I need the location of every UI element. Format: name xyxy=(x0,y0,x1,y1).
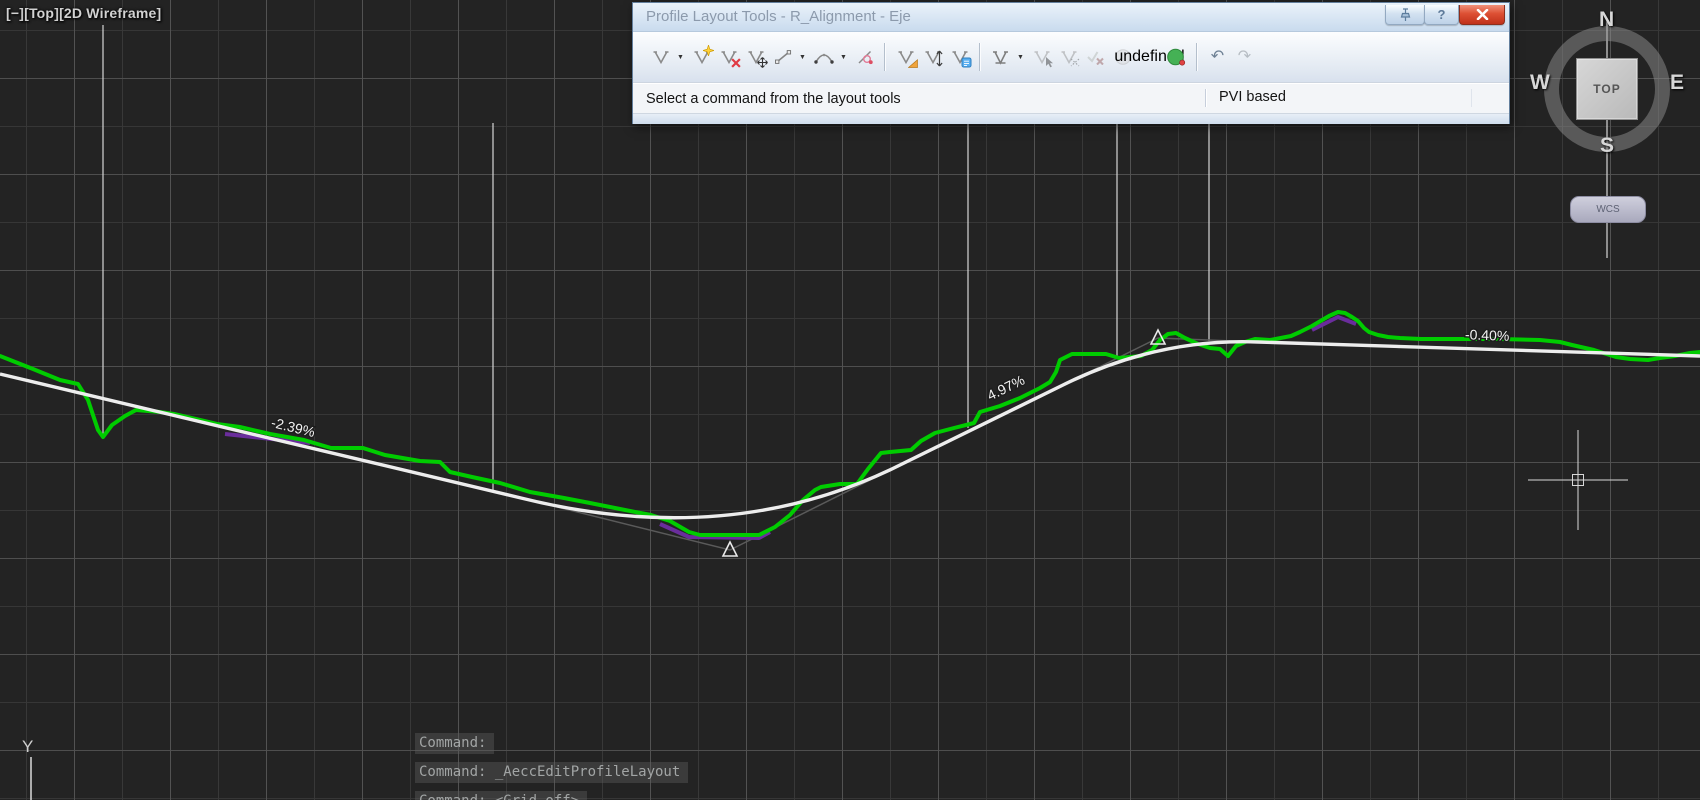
close-icon xyxy=(1476,9,1488,20)
delete-entity-icon xyxy=(1086,49,1105,65)
move-pvi-icon xyxy=(747,49,768,68)
grade-label: -0.40% xyxy=(1465,326,1510,344)
draw-vertical-curve-icon xyxy=(813,49,834,65)
layout-parameters-icon xyxy=(1166,48,1187,67)
dialog-statusbar: Select a command from the layout tools P… xyxy=(633,83,1509,114)
viewcube-top-face[interactable]: TOP xyxy=(1576,58,1638,120)
toolbar-profile-grid-view-button[interactable]: undefined xyxy=(1114,45,1184,70)
pvi-mode-label: PVI based xyxy=(1219,89,1286,105)
drawing-viewport[interactable]: -2.39% 4.97% -0.40% Y [−][Top][2D Wireframe… xyxy=(0,0,1700,800)
help-button[interactable]: ? xyxy=(1424,5,1459,25)
dialog-titlebar[interactable]: Profile Layout Tools - R_Alignment - Eje… xyxy=(633,3,1509,32)
select-pvi-icon xyxy=(1033,49,1053,68)
draw-vertical-curve-dropdown[interactable]: ▼ xyxy=(837,45,850,70)
toolbar-draw-tangents-button[interactable] xyxy=(648,45,673,70)
toolbar-insert-pvi-button[interactable] xyxy=(689,45,714,70)
viewcube-west[interactable]: W xyxy=(1530,71,1550,95)
toolbar-move-pvi-button[interactable] xyxy=(743,45,768,70)
draw-tangent-line-icon xyxy=(774,49,792,65)
free-vertical-curve-icon xyxy=(856,49,874,65)
chevron-down-icon: ▼ xyxy=(799,53,806,61)
draw-tangents-dropdown[interactable]: ▼ xyxy=(674,45,687,70)
command-line: Command: <Grid off> xyxy=(415,791,588,800)
toolbar-separator xyxy=(884,43,886,71)
toolbar-delete-entity-button xyxy=(1083,45,1108,70)
chevron-down-icon: ▼ xyxy=(677,53,684,61)
toolbar-draw-tangent-line-button[interactable] xyxy=(770,45,795,70)
insert-pvi-icon xyxy=(693,45,714,65)
viewport-pane-control[interactable]: [−] xyxy=(6,5,24,21)
toolbar-undo-button[interactable]: ↶ xyxy=(1205,45,1230,70)
toolbar-copy-profile-button[interactable] xyxy=(947,45,972,70)
delete-pvi-icon xyxy=(720,49,741,68)
viewcube: N S W E TOP WCS xyxy=(1528,8,1688,228)
draw-tangents-icon xyxy=(652,49,670,65)
pin-button[interactable] xyxy=(1385,5,1425,25)
pvi-entity-selector-dropdown[interactable]: ▼ xyxy=(1014,45,1027,70)
select-entity-icon xyxy=(1060,49,1079,67)
toolbar-separator xyxy=(1196,43,1198,71)
viewport-controls: [−][Top][2D Wireframe] xyxy=(6,5,161,21)
layout-tools-toolbar: ▼ ▼ ▼ ▼ undefined ↶ ↷ xyxy=(633,32,1509,83)
command-history[interactable]: Command: Command: _AeccEditProfileLayout… xyxy=(415,733,689,800)
viewcube-south[interactable]: S xyxy=(1600,134,1614,158)
dialog-footer xyxy=(633,114,1509,124)
command-line: Command: xyxy=(415,733,495,754)
dialog-title: Profile Layout Tools - R_Alignment - Eje xyxy=(646,8,911,25)
toolbar-draw-vertical-curve-button[interactable] xyxy=(811,45,836,70)
viewport-style-control[interactable]: [2D Wireframe] xyxy=(59,5,161,21)
chevron-down-icon: ▼ xyxy=(840,53,847,61)
status-message: Select a command from the layout tools xyxy=(646,90,901,107)
pvi-entity-selector-icon xyxy=(991,49,1010,66)
redo-icon: ↷ xyxy=(1237,48,1252,65)
toolbar-insert-pvis-tabular-button[interactable] xyxy=(893,45,918,70)
toolbar-redo-button: ↷ xyxy=(1232,45,1257,70)
chevron-down-icon: ▼ xyxy=(1017,53,1024,61)
copy-profile-icon xyxy=(951,49,971,68)
toolbar-free-vertical-curve-button[interactable] xyxy=(852,45,877,70)
pushpin-icon xyxy=(1400,7,1410,21)
ucs-y-label: Y xyxy=(22,737,33,756)
profile-layout-tools-dialog: Profile Layout Tools - R_Alignment - Eje… xyxy=(632,2,1510,124)
viewport-view-control[interactable]: [Top] xyxy=(24,5,59,21)
status-divider xyxy=(1205,89,1207,107)
draw-tangent-line-dropdown[interactable]: ▼ xyxy=(796,45,809,70)
toolbar-select-pvi-button xyxy=(1029,45,1054,70)
close-button[interactable] xyxy=(1459,5,1505,25)
viewcube-north[interactable]: N xyxy=(1599,8,1614,32)
status-divider-2 xyxy=(1471,89,1472,107)
toolbar-layout-parameters-button[interactable] xyxy=(1164,45,1189,70)
toolbar-select-entity-button xyxy=(1056,45,1081,70)
command-line: Command: _AeccEditProfileLayout xyxy=(415,762,689,783)
existing-ground-profile-line[interactable] xyxy=(0,310,1700,537)
toolbar-raise-lower-pvis-button[interactable] xyxy=(920,45,945,70)
help-icon: ? xyxy=(1437,7,1446,22)
wcs-menu[interactable]: WCS xyxy=(1570,196,1646,223)
toolbar-separator xyxy=(979,43,981,71)
toolbar-delete-pvi-button[interactable] xyxy=(716,45,741,70)
tangent-construction-line xyxy=(1062,337,1259,386)
viewcube-east[interactable]: E xyxy=(1670,71,1684,95)
raise-lower-pvis-icon xyxy=(924,49,943,67)
undo-icon: ↶ xyxy=(1210,48,1225,65)
toolbar-pvi-entity-selector-button[interactable] xyxy=(988,45,1013,70)
insert-pvis-tabular-icon xyxy=(897,49,918,68)
